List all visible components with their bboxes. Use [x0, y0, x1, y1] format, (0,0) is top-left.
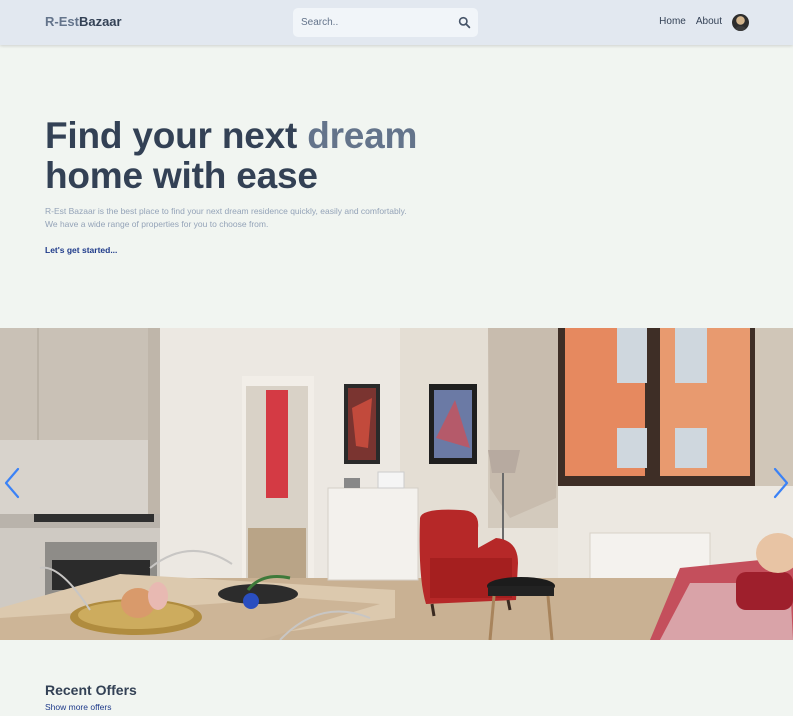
recent-offers-heading: Recent Offers — [45, 682, 137, 698]
show-more-offers-link[interactable]: Show more offers — [45, 702, 111, 712]
carousel-next-button[interactable] — [771, 466, 791, 500]
search-icon[interactable] — [458, 16, 471, 29]
logo-part1: R-Est — [45, 14, 79, 29]
hero-title: Find your next dream home with ease — [45, 116, 495, 196]
top-navbar: R-EstBazaar Home About — [0, 0, 793, 45]
carousel-prev-button[interactable] — [2, 466, 22, 500]
get-started-link[interactable]: Let's get started... — [45, 245, 117, 255]
hero-title-accent: dream — [307, 115, 418, 156]
nav-home-link[interactable]: Home — [659, 13, 686, 31]
hero-title-line2: home with ease — [45, 155, 318, 196]
search-input[interactable] — [293, 8, 453, 37]
hero-description-line1: R-Est Bazaar is the best place to find y… — [45, 206, 407, 216]
hero-title-line1: Find your next — [45, 115, 308, 156]
site-logo[interactable]: R-EstBazaar — [45, 14, 122, 30]
hero-description: R-Est Bazaar is the best place to find y… — [45, 205, 465, 231]
logo-part2: Bazaar — [78, 14, 122, 29]
nav-about-link[interactable]: About — [696, 13, 722, 31]
user-avatar[interactable] — [732, 13, 749, 31]
main-nav: Home About — [659, 13, 749, 31]
image-carousel — [0, 328, 793, 640]
hero-description-line2: We have a wide range of properties for y… — [45, 219, 269, 229]
slide-image-living-room — [0, 328, 793, 640]
search-box — [293, 8, 478, 37]
